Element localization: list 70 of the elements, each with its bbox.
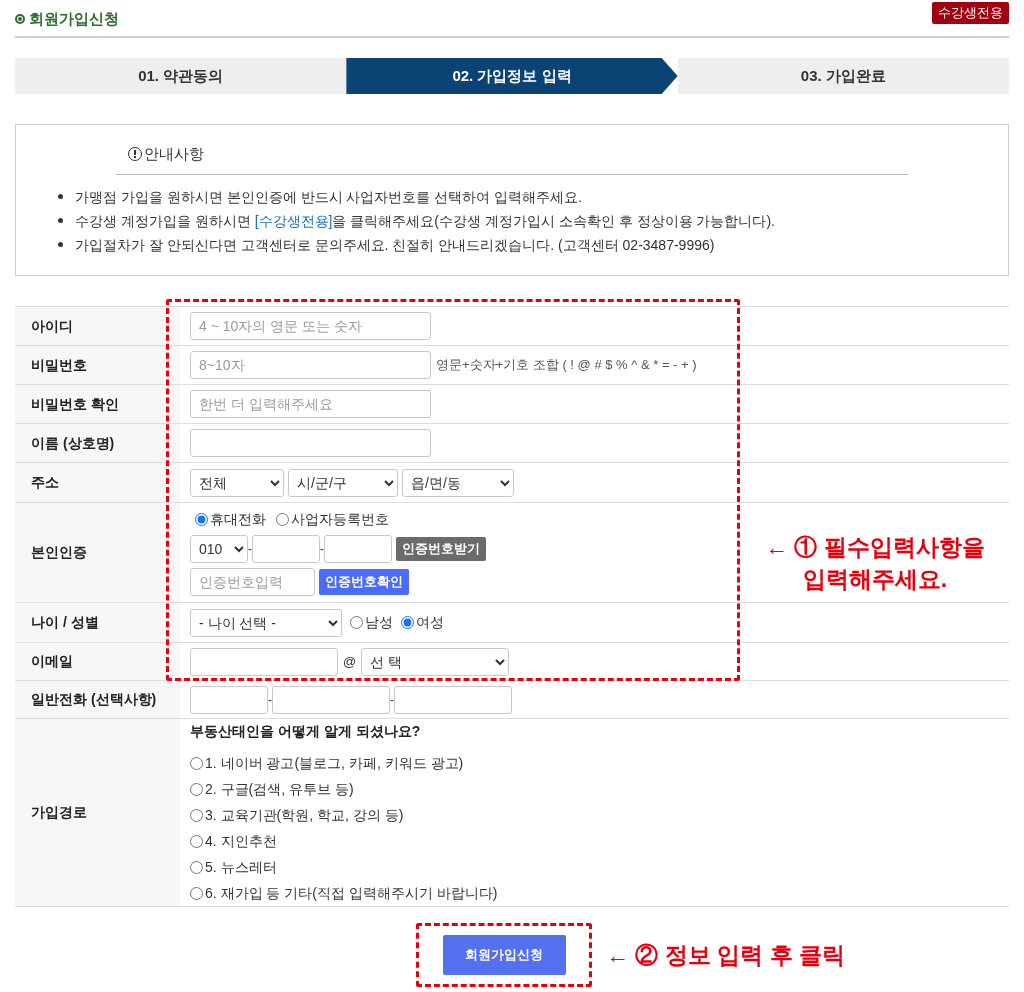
field-label: 이름 (상호명)	[15, 424, 180, 462]
notice-text: 가맹점 가입을 원하시면 본인인증에 반드시 사업자번호를 선택하여 입력해주세요.	[75, 187, 583, 207]
radio-label: 6. 재가입 등 기타(직접 입력해주시기 바랍니다)	[205, 884, 498, 903]
required-callout-text: ← ① 필수입력사항을 입력해주세요.	[764, 533, 986, 594]
bullet-icon	[58, 242, 63, 247]
notice-title: 안내사항	[144, 144, 204, 164]
radio-label: 여성	[416, 613, 444, 632]
radio-label: 5. 뉴스레터	[205, 858, 277, 877]
age-select[interactable]: - 나이 선택 -	[190, 608, 342, 637]
signup-source-radio[interactable]	[190, 757, 203, 770]
phone-field[interactable]	[324, 535, 392, 563]
radio-label: 1. 네이버 광고(블로그, 카페, 키워드 광고)	[205, 754, 464, 773]
bullet-icon	[58, 194, 63, 199]
signup-source-radio[interactable]	[190, 835, 203, 848]
send-code-button[interactable]: 인증번호받기	[396, 537, 486, 561]
hint-text: 영문+숫자+기호 조합 ( ! @ # $ % ^ & * = - + )	[436, 356, 697, 375]
verify-method-radio[interactable]	[276, 513, 289, 526]
text-field[interactable]: 8~10자	[190, 351, 431, 379]
phone-prefix-select[interactable]: 010	[190, 535, 248, 563]
signup-submit-button[interactable]: 회원가입신청	[442, 935, 566, 975]
radio-label: 4. 지인추천	[205, 832, 277, 851]
gender-radio[interactable]	[350, 616, 363, 629]
email-domain-select[interactable]: 선 택	[361, 647, 510, 676]
field-label: 비밀번호	[15, 346, 180, 384]
separator-text: -	[390, 691, 394, 709]
radio-label: 사업자등록번호	[291, 510, 389, 529]
notice-text: 가입절차가 잘 안되신다면 고객센터로 문의주세요. 친절히 안내드리겠습니다. (고객센터 02-3487-9996)	[75, 235, 715, 255]
student-only-link[interactable]: [수강생전용]	[254, 212, 333, 229]
signup-source-radio[interactable]	[190, 861, 203, 874]
submit-callout-text: ← ② 정보 입력 후 클릭	[606, 940, 845, 970]
confirm-code-button[interactable]: 인증번호확인	[319, 569, 409, 595]
address-select[interactable]: 읍/면/동	[402, 468, 514, 497]
field-label: 본인인증	[15, 503, 180, 602]
phone-field[interactable]	[252, 535, 320, 563]
field-label: 가입경로	[15, 719, 180, 906]
page-title: 회원가입신청	[29, 8, 119, 29]
survey-question: 부동산태인을 어떻게 알게 되셨나요?	[190, 722, 422, 741]
field-label: 아이디	[15, 307, 180, 345]
signup-source-radio[interactable]	[190, 783, 203, 796]
separator-text: -	[320, 541, 324, 558]
phone-field[interactable]	[272, 685, 390, 714]
signup-source-radio[interactable]	[190, 809, 203, 822]
text-field[interactable]	[190, 429, 431, 457]
student-only-button[interactable]: 수강생전용	[932, 2, 1009, 24]
email-field[interactable]	[190, 647, 338, 676]
field-label: 나이 / 성별	[15, 603, 180, 642]
field-label: 비밀번호 확인	[15, 385, 180, 423]
gender-radio[interactable]	[401, 616, 414, 629]
phone-field[interactable]	[394, 685, 512, 714]
signup-source-radio[interactable]	[190, 887, 203, 900]
radio-label: 3. 교육기관(학원, 학교, 강의 등)	[205, 806, 404, 825]
at-sign-text: @	[343, 652, 357, 671]
bullet-icon	[58, 218, 63, 223]
bullet-icon	[15, 14, 25, 24]
separator-text: -	[268, 691, 272, 709]
text-field[interactable]: 4 ~ 10자의 영문 또는 숫자	[190, 312, 431, 340]
radio-label: 2. 구글(검색, 유투브 등)	[205, 780, 354, 799]
phone-field[interactable]	[190, 685, 268, 714]
address-select[interactable]: 전체	[190, 468, 284, 497]
separator-text: -	[248, 541, 252, 558]
text-field[interactable]: 한번 더 입력해주세요	[190, 390, 431, 418]
radio-label: 휴대전화	[210, 510, 266, 529]
code-field[interactable]: 인증번호입력	[190, 568, 315, 596]
radio-label: 남성	[365, 613, 393, 632]
address-select[interactable]: 시/군/구	[288, 468, 398, 497]
field-label: 주소	[15, 463, 180, 502]
verify-method-radio[interactable]	[195, 513, 208, 526]
field-label: 일반전화 (선택사항)	[15, 681, 180, 718]
field-label: 이메일	[15, 643, 180, 680]
notice-text: 수강생 계정가입을 원하시면 [수강생전용]을 클릭해주세요(수강생 계정가입시 소속확인 후 정상이용 가능합니다).	[75, 211, 775, 231]
